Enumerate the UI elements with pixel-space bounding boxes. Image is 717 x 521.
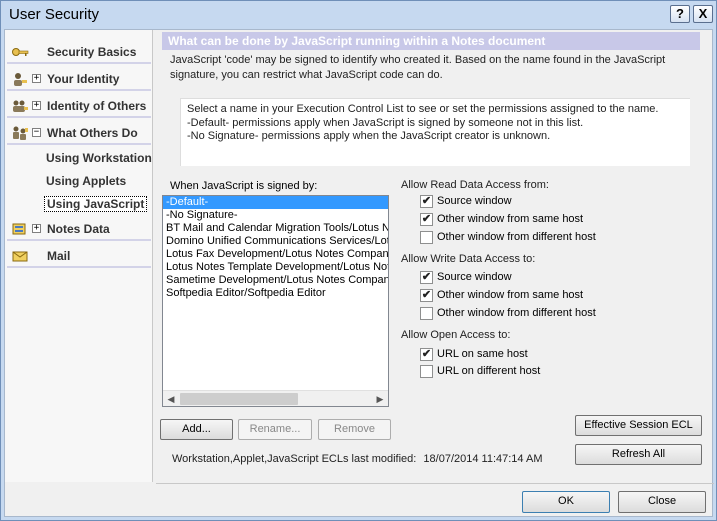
envelope-icon <box>12 251 28 262</box>
checkbox-label: Other window from different host <box>437 307 596 319</box>
checkbox-label: Other window from same host <box>437 213 584 225</box>
footer-divider <box>156 483 714 484</box>
signed-by-label: When JavaScript is signed by: <box>170 180 318 192</box>
sidebar-subitem-using-javascript[interactable]: Using JavaScript <box>43 194 153 214</box>
checkbox-box[interactable] <box>420 231 433 244</box>
checkbox-box[interactable]: ✔ <box>420 289 433 302</box>
checkbox-label: Other window from different host <box>437 231 596 243</box>
modified-timestamp: 18/07/2014 11:47:14 AM <box>423 453 543 465</box>
intro-line: signature, you can restrict what JavaScr… <box>170 69 443 81</box>
expand-icon[interactable]: + <box>32 224 41 233</box>
list-item[interactable]: Lotus Notes Template Development/Lotus N… <box>163 261 388 274</box>
sidebar-subitem-label: Using JavaScript <box>44 196 148 212</box>
list-item[interactable]: Lotus Fax Development/Lotus Notes Compan… <box>163 248 388 261</box>
close-window-button[interactable]: X <box>693 5 713 23</box>
ok-button[interactable]: OK <box>522 491 610 513</box>
checkbox-box[interactable]: ✔ <box>420 195 433 208</box>
collapse-icon[interactable]: − <box>32 128 41 137</box>
read-access-label: Allow Read Data Access from: <box>401 179 549 191</box>
sidebar-item-your-identity[interactable]: + Your Identity <box>7 67 151 91</box>
sidebar-item-mail[interactable]: Mail <box>7 244 151 268</box>
user-security-dialog: User Security ? X Security Basics + Your… <box>0 0 717 521</box>
checkbox-label: Source window <box>437 271 512 283</box>
expand-icon[interactable]: + <box>32 101 41 110</box>
sidebar-item-notes-data[interactable]: + Notes Data <box>7 217 151 241</box>
checkbox-label: Other window from same host <box>437 289 584 301</box>
dialog-content: Security Basics + Your Identity + Identi… <box>4 29 714 517</box>
sidebar-item-security-basics[interactable]: Security Basics <box>7 40 151 64</box>
scroll-left-icon[interactable]: ◀ <box>164 393 178 405</box>
checkbox-label: URL on different host <box>437 365 541 377</box>
info-line: Select a name in your Execution Control … <box>187 103 659 115</box>
intro-text: JavaScript 'code' may be signed to ident… <box>170 53 700 83</box>
sidebar-subitem-using-applets[interactable]: Using Applets <box>43 171 153 191</box>
help-button[interactable]: ? <box>670 5 690 23</box>
sidebar-subitem-using-workstation[interactable]: Using Workstation <box>43 148 153 168</box>
list-item[interactable]: Domino Unified Communications Services/L… <box>163 235 388 248</box>
people-icon <box>13 100 28 112</box>
checkbox-box[interactable]: ✔ <box>420 348 433 361</box>
sidebar-item-label: Notes Data <box>47 222 110 236</box>
sidebar-item-what-others-do[interactable]: − What Others Do <box>7 121 151 145</box>
scroll-thumb[interactable] <box>180 393 298 405</box>
effective-session-ecl-button[interactable]: Effective Session ECL <box>575 415 702 436</box>
list-item[interactable]: BT Mail and Calendar Migration Tools/Lot… <box>163 222 388 235</box>
horizontal-scrollbar[interactable]: ◀ ▶ <box>163 390 388 406</box>
modified-label: Workstation,Applet,JavaScript ECLs last … <box>172 453 417 465</box>
refresh-all-button[interactable]: Refresh All <box>575 444 702 465</box>
rename-button[interactable]: Rename... <box>238 419 312 440</box>
checkbox-box[interactable] <box>420 307 433 320</box>
sidebar-subitem-label: Using Workstation <box>46 151 152 165</box>
person-icon <box>14 73 27 86</box>
sidebar-subitem-label: Using Applets <box>46 174 127 188</box>
section-header: What can be done by JavaScript running w… <box>162 32 700 50</box>
info-line: -No Signature- permissions apply when th… <box>187 130 551 142</box>
expand-icon[interactable]: + <box>32 74 41 83</box>
workers-icon <box>13 126 28 140</box>
checkbox-label: Source window <box>437 195 512 207</box>
open-access-label: Allow Open Access to: <box>401 329 511 341</box>
title-bar: User Security ? X <box>1 1 716 29</box>
scroll-right-icon[interactable]: ▶ <box>373 393 387 405</box>
list-item[interactable]: Sametime Development/Lotus Notes Compani… <box>163 274 388 287</box>
write-access-label: Allow Write Data Access to: <box>401 253 536 265</box>
info-box: Select a name in your Execution Control … <box>180 98 690 166</box>
key-icon <box>12 48 29 56</box>
window-title: User Security <box>9 6 100 23</box>
sidebar: Security Basics + Your Identity + Identi… <box>5 30 153 482</box>
list-item[interactable]: Softpedia Editor/Softpedia Editor <box>163 287 388 300</box>
list-item[interactable]: -Default- <box>163 196 388 209</box>
checkbox-label: URL on same host <box>437 348 528 360</box>
sidebar-item-label: Security Basics <box>47 45 137 59</box>
close-button[interactable]: Close <box>618 491 706 513</box>
info-line: -Default- permissions apply when JavaScr… <box>187 116 584 129</box>
remove-button[interactable]: Remove <box>318 419 391 440</box>
list-item[interactable]: -No Signature- <box>163 209 388 222</box>
sidebar-item-label: What Others Do <box>47 126 138 140</box>
sidebar-item-label: Mail <box>47 249 71 263</box>
database-icon <box>12 223 26 235</box>
sidebar-item-identity-of-others[interactable]: + Identity of Others <box>7 94 151 118</box>
sidebar-item-label: Your Identity <box>47 72 120 86</box>
checkbox-box[interactable]: ✔ <box>420 213 433 226</box>
add-button[interactable]: Add... <box>160 419 233 440</box>
main-panel: What can be done by JavaScript running w… <box>160 30 712 482</box>
ecl-modified-text: Workstation,Applet,JavaScript ECLs last … <box>172 453 542 465</box>
intro-line: JavaScript 'code' may be signed to ident… <box>170 54 666 66</box>
checkbox-box[interactable] <box>420 365 433 378</box>
ecl-list[interactable]: -Default- -No Signature- BT Mail and Cal… <box>162 195 389 407</box>
checkbox-box[interactable]: ✔ <box>420 271 433 284</box>
sidebar-item-label: Identity of Others <box>47 99 147 113</box>
